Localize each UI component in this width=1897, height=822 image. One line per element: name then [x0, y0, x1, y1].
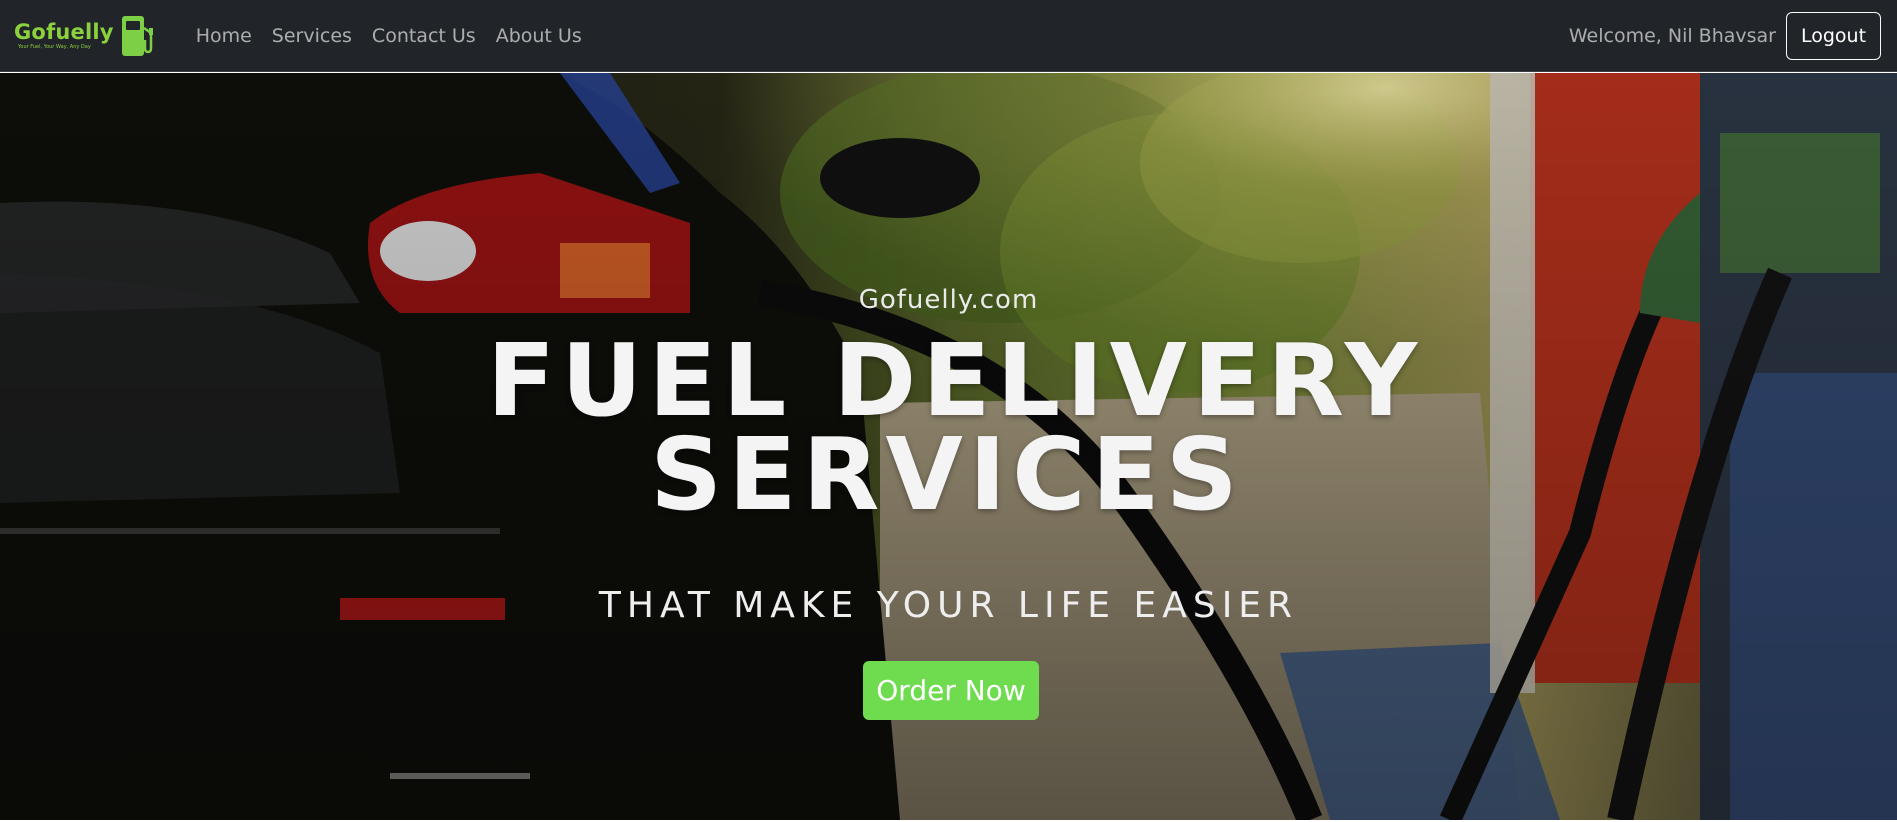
brand-tagline: Your Fuel, Your Way, Any Day — [18, 43, 91, 50]
nav-link-home[interactable]: Home — [186, 22, 262, 50]
hero-tagline: THAT MAKE YOUR LIFE EASIER — [598, 585, 1299, 626]
hero-site-label: Gofuelly.com — [858, 285, 1039, 315]
hero-content: Gofuelly.com FUEL DELIVERY SERVICES THAT… — [0, 73, 1897, 820]
hero-banner: Gofuelly.com FUEL DELIVERY SERVICES THAT… — [0, 73, 1897, 820]
logout-button[interactable]: Logout — [1786, 11, 1881, 60]
fuel-pump-icon — [121, 15, 153, 56]
top-navbar: Gofuelly Your Fuel, Your Way, Any Day Ho… — [0, 0, 1897, 72]
brand-name: Gofuelly — [14, 19, 114, 44]
order-now-button[interactable]: Order Now — [863, 661, 1039, 720]
welcome-text: Welcome, Nil Bhavsar — [1568, 24, 1776, 47]
hero-title-line-2: SERVICES — [650, 416, 1244, 533]
brand-logo[interactable]: Gofuelly Your Fuel, Your Way, Any Day — [14, 10, 158, 62]
brand-text: Gofuelly Your Fuel, Your Way, Any Day — [14, 21, 114, 51]
user-area: Welcome, Nil Bhavsar Logout — [1568, 11, 1881, 60]
nav-link-about-us[interactable]: About Us — [486, 22, 592, 50]
nav-link-services[interactable]: Services — [262, 22, 362, 50]
nav-link-contact-us[interactable]: Contact Us — [362, 22, 486, 50]
nav-links: Home Services Contact Us About Us — [186, 22, 592, 50]
